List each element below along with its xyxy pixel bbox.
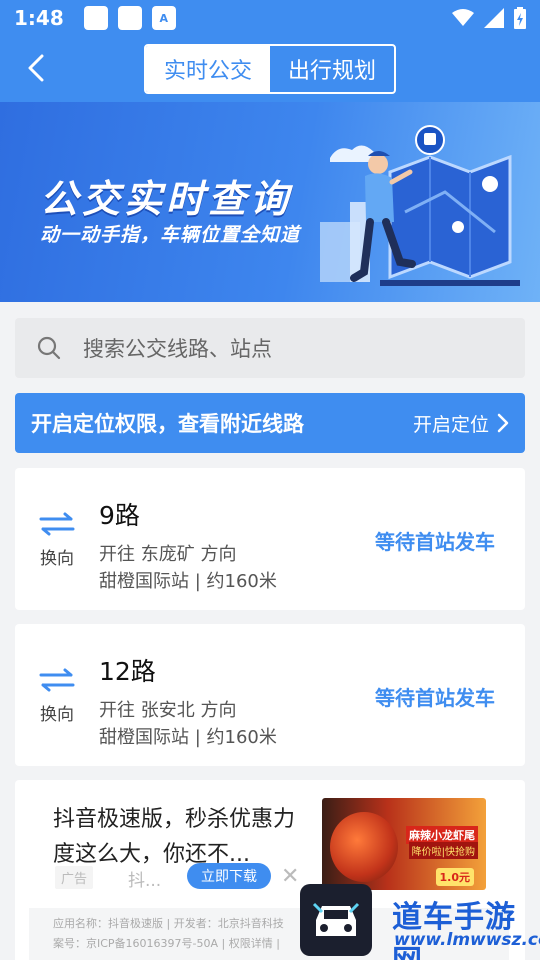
promo-banner: 公交实时查询 动一动手指，车辆位置全知道 bbox=[0, 102, 540, 302]
swap-arrows-icon bbox=[39, 512, 75, 536]
banner-subtitle: 动一动手指，车辆位置全知道 bbox=[40, 224, 301, 246]
map-illustration bbox=[320, 125, 520, 286]
ad-title: 抖音极速版，秒杀优惠力度这么大，你还不... bbox=[53, 807, 296, 867]
swap-label: 换向 bbox=[40, 705, 74, 725]
chevron-right-icon bbox=[497, 413, 509, 433]
route-card[interactable]: 换向 12路 开往 张安北 方向 甜橙国际站 | 约160米 等待首站发车 bbox=[15, 624, 525, 766]
swap-direction-button[interactable]: 换向 bbox=[35, 512, 79, 569]
signal-icon bbox=[484, 8, 504, 28]
enable-location-button[interactable]: 开启定位 bbox=[413, 410, 509, 437]
banner-title: 公交实时查询 bbox=[40, 177, 293, 221]
ad-image-text: 降价啦|快抢购 bbox=[408, 842, 478, 859]
swap-arrows-icon bbox=[39, 668, 75, 692]
ad-image[interactable]: 麻辣小龙虾尾 降价啦|快抢购 1.0元 bbox=[322, 798, 486, 890]
route-name: 9路 bbox=[99, 501, 140, 530]
swap-label: 换向 bbox=[40, 549, 74, 569]
enable-location-label: 开启定位 bbox=[412, 413, 489, 436]
search-input[interactable]: 搜索公交线路、站点 bbox=[15, 318, 525, 378]
app-header: 实时公交 出行规划 bbox=[0, 36, 540, 102]
route-stop: 甜橙国际站 | 约160米 bbox=[99, 727, 277, 748]
battery-icon bbox=[514, 7, 526, 29]
ad-download-button[interactable]: 立即下载 bbox=[187, 863, 271, 889]
route-direction: 开往 张安北 方向 bbox=[99, 700, 237, 721]
route-stop: 甜橙国际站 | 约160米 bbox=[99, 571, 277, 592]
search-icon bbox=[37, 336, 61, 360]
route-status: 等待首站发车 bbox=[375, 686, 495, 710]
location-permission-bar: 开启定位权限，查看附近线路 开启定位 bbox=[15, 393, 525, 453]
chevron-left-icon bbox=[28, 54, 44, 82]
swap-direction-button[interactable]: 换向 bbox=[35, 668, 79, 725]
tab-trip-planning[interactable]: 出行规划 bbox=[270, 46, 394, 92]
tab-realtime-bus[interactable]: 实时公交 bbox=[146, 46, 270, 92]
tab-switcher: 实时公交 出行规划 bbox=[144, 44, 396, 94]
notification-icon bbox=[83, 6, 108, 30]
search-placeholder: 搜索公交线路、站点 bbox=[83, 337, 272, 361]
ad-tag: 广告 bbox=[55, 866, 94, 889]
route-card[interactable]: 换向 9路 开往 东庞矿 方向 甜橙国际站 | 约160米 等待首站发车 bbox=[15, 468, 525, 610]
watermark: 道车手游网 www.lmwwsz.com bbox=[300, 884, 540, 960]
location-message: 开启定位权限，查看附近线路 bbox=[31, 412, 304, 436]
status-time: 1:48 bbox=[14, 6, 64, 30]
back-button[interactable] bbox=[18, 50, 54, 86]
keyboard-icon: A bbox=[151, 6, 176, 30]
notification-icon bbox=[117, 6, 142, 30]
car-icon bbox=[312, 902, 360, 936]
ad-brand: 抖... bbox=[128, 871, 162, 891]
route-status: 等待首站发车 bbox=[375, 530, 495, 554]
route-direction: 开往 东庞矿 方向 bbox=[99, 544, 237, 565]
route-name: 12路 bbox=[99, 657, 156, 686]
wifi-icon bbox=[452, 9, 474, 26]
watermark-url: www.lmwwsz.com bbox=[394, 930, 540, 950]
watermark-logo bbox=[300, 884, 372, 956]
status-bar: 1:48 A bbox=[0, 0, 540, 36]
ad-image-dish bbox=[330, 812, 398, 882]
ad-close-button[interactable]: ✕ bbox=[281, 864, 299, 889]
